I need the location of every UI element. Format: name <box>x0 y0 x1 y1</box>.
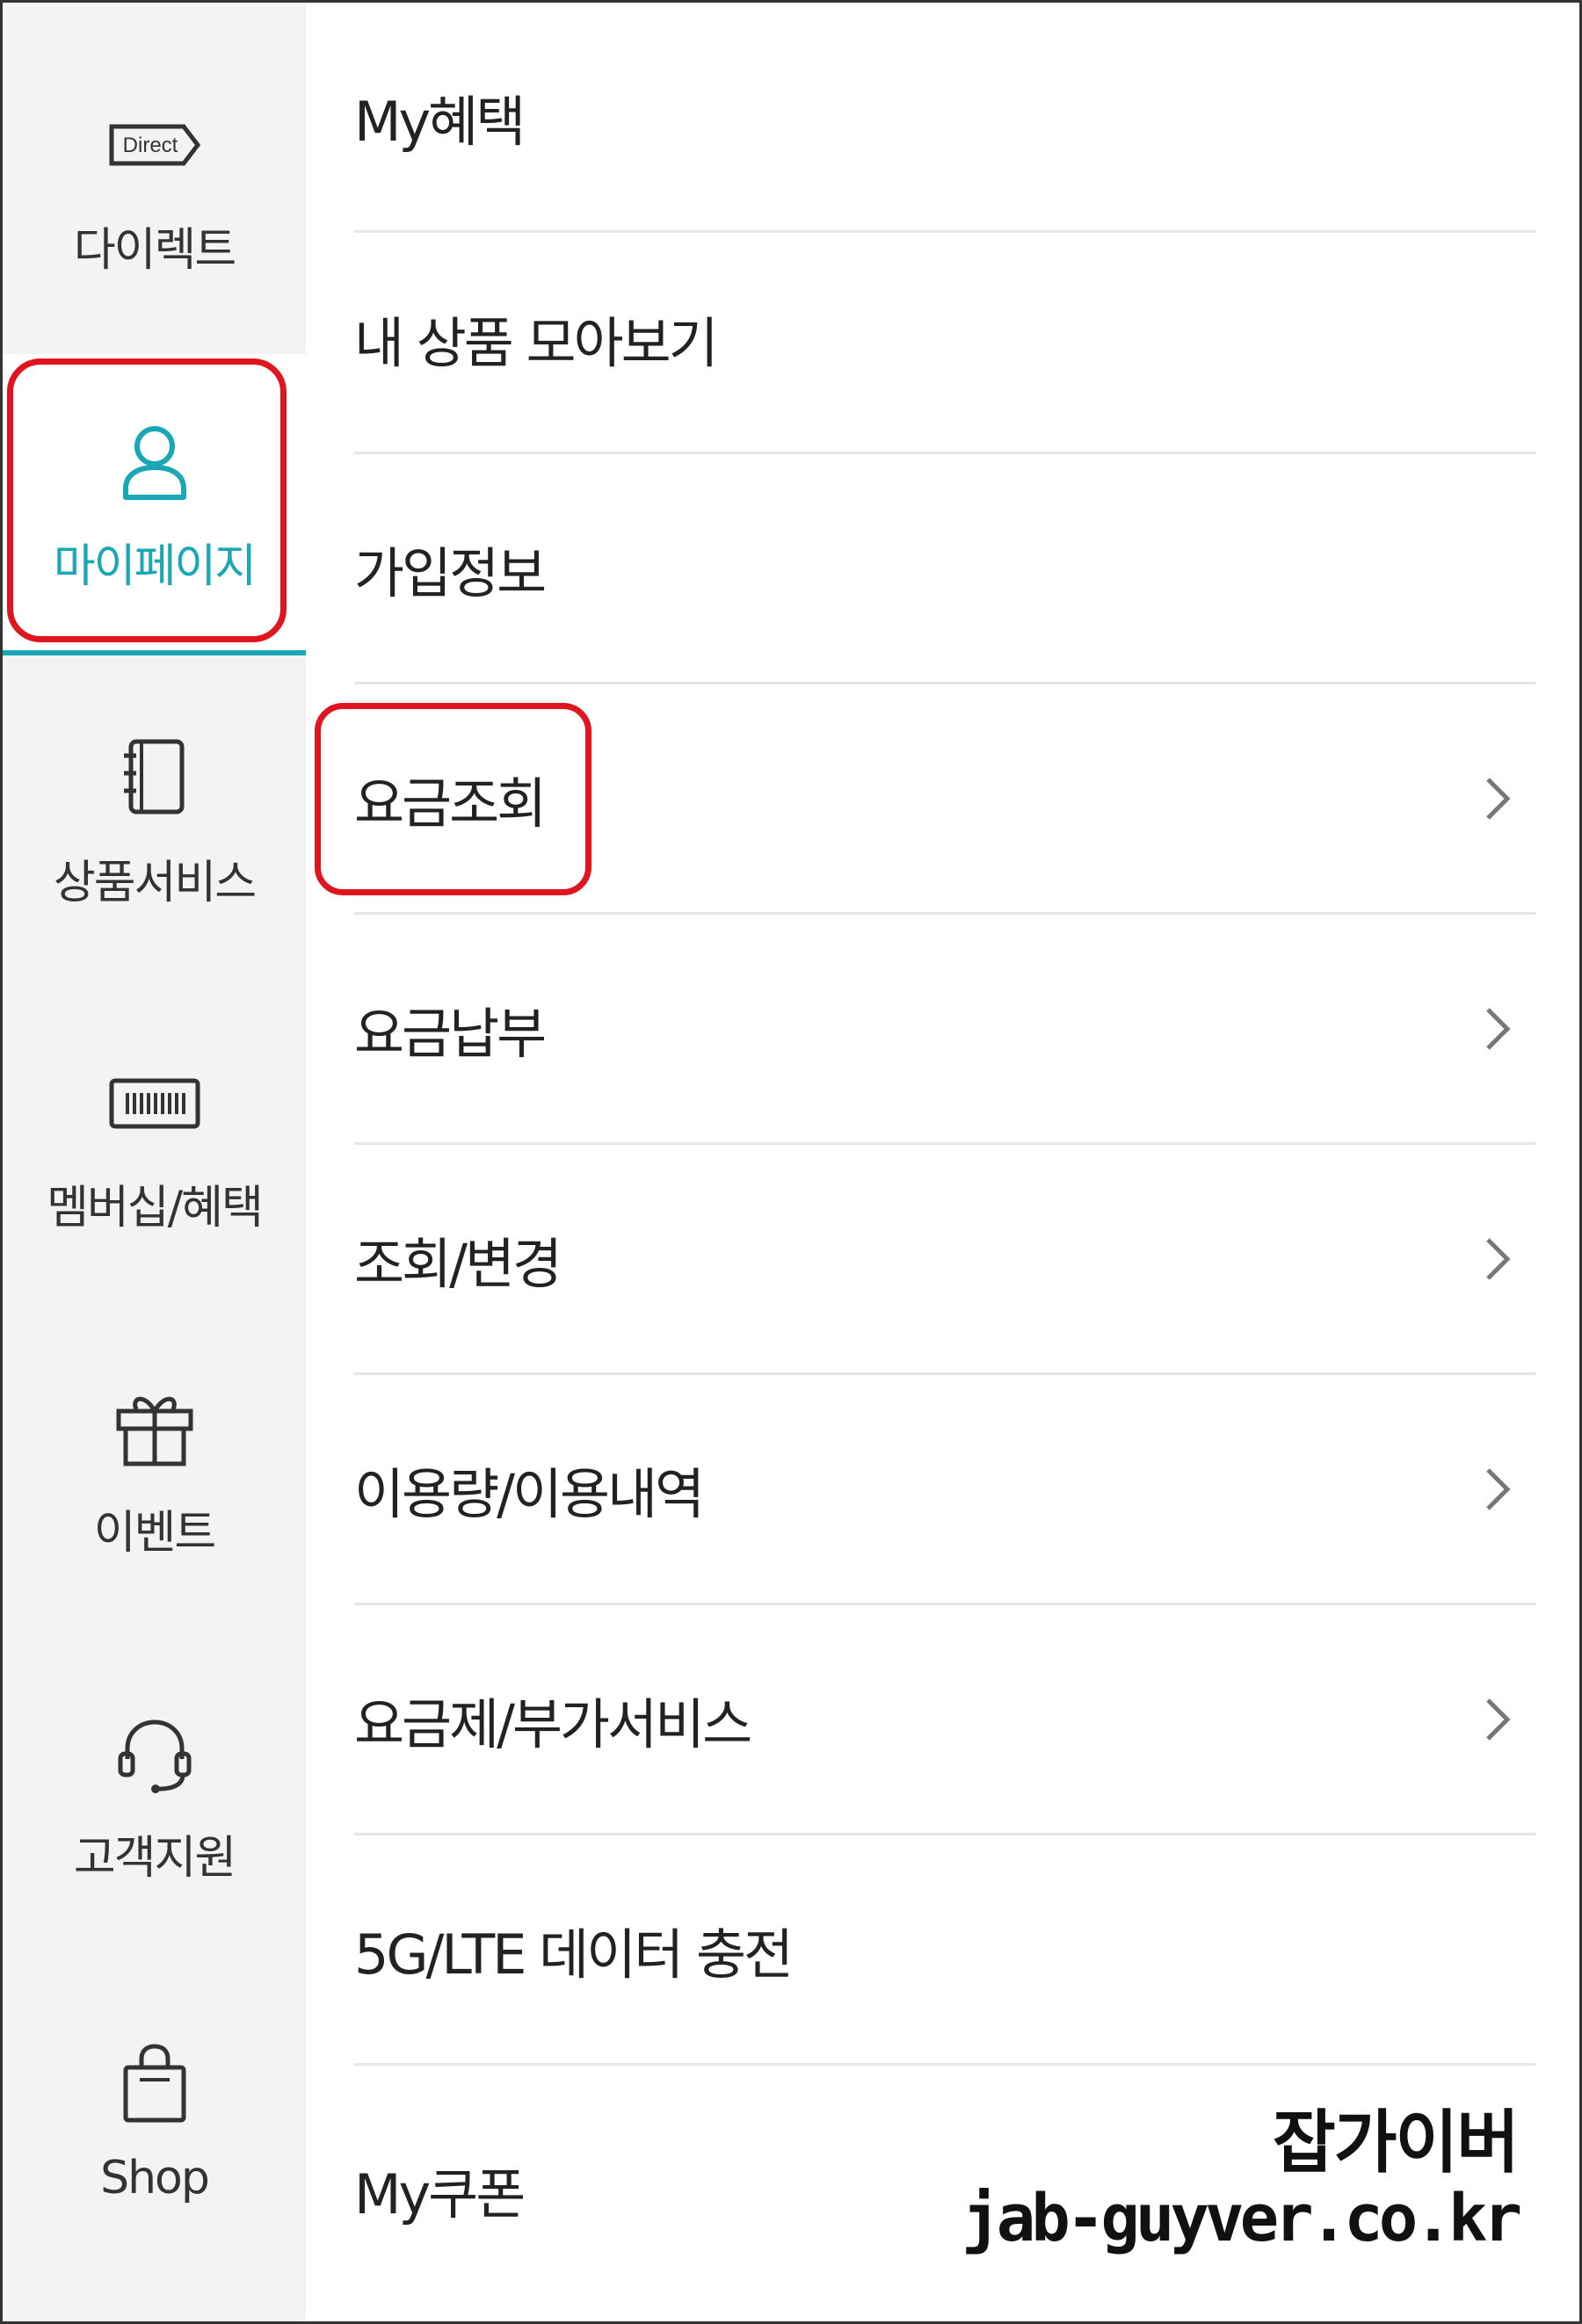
watermark-url: jab-guyver.co.kr <box>962 2181 1522 2256</box>
menu-item-label: 이용량/이용내역 <box>354 1461 705 1526</box>
sidebar-item-label: 이벤트 <box>93 1506 217 1560</box>
sidebar-item-label: 상품서비스 <box>53 856 257 909</box>
menu-item-label: 가입정보 <box>354 540 547 605</box>
app-frame: Direct 다이렉트 마이페이지 상품서비스 멤버십/혜택 이벤트 고객지원 … <box>0 0 1582 2324</box>
shopping-bag-icon <box>106 2036 203 2132</box>
direct-tag-icon: Direct <box>106 97 203 193</box>
sidebar-item-shop[interactable]: Shop <box>3 1971 306 2270</box>
menu-item-label: 요금납부 <box>354 1001 547 1066</box>
menu-item-label: My혜택 <box>354 89 526 154</box>
menu-item-subscription-info[interactable]: 가입정보 <box>354 454 1536 684</box>
menu-item-inquiry-change[interactable]: 조회/변경 <box>354 1145 1536 1375</box>
sidebar-item-label: 멤버십/혜택 <box>47 1181 264 1234</box>
sidebar-item-membership[interactable]: 멤버십/혜택 <box>3 995 306 1294</box>
menu-item-label: 5G/LTE 데이터 충전 <box>354 1922 794 1987</box>
sidebar-item-label: 다이렉트 <box>73 223 236 277</box>
watermark-title: 잡가이버 <box>1272 2103 1520 2183</box>
mypage-highlight-box <box>7 358 287 642</box>
watermark: 잡가이버 jab-guyver.co.kr <box>962 2103 1522 2256</box>
notebook-icon <box>106 729 203 826</box>
menu-item-bill-payment[interactable]: 요금납부 <box>354 915 1536 1145</box>
chevron-right-icon <box>1486 1007 1511 1050</box>
menu-item-my-products[interactable]: 내 상품 모아보기 <box>354 224 1536 454</box>
chevron-right-icon <box>1486 777 1511 820</box>
headset-icon <box>106 1705 203 1801</box>
menu-item-label: 조회/변경 <box>354 1231 562 1296</box>
barcode-card-icon <box>106 1054 203 1151</box>
menu-item-usage-history[interactable]: 이용량/이용내역 <box>354 1375 1536 1605</box>
menu-item-plans-addons[interactable]: 요금제/부가서비스 <box>354 1605 1536 1835</box>
menu-item-label: 내 상품 모아보기 <box>354 310 719 375</box>
chevron-right-icon <box>1486 1698 1511 1741</box>
sidebar: Direct 다이렉트 마이페이지 상품서비스 멤버십/혜택 이벤트 고객지원 … <box>3 3 306 2321</box>
menu-item-data-recharge[interactable]: 5G/LTE 데이터 충전 <box>354 1835 1536 2066</box>
sidebar-item-direct[interactable]: Direct 다이렉트 <box>3 38 306 337</box>
chevron-right-icon <box>1486 1467 1511 1510</box>
chevron-right-icon <box>1486 1237 1511 1280</box>
sidebar-item-products[interactable]: 상품서비스 <box>3 670 306 969</box>
bill-inquiry-highlight-box <box>315 703 591 895</box>
menu-item-label: 요금제/부가서비스 <box>354 1691 752 1756</box>
sidebar-item-event[interactable]: 이벤트 <box>3 1321 306 1619</box>
sidebar-item-label: 고객지원 <box>73 1831 236 1885</box>
sidebar-item-support[interactable]: 고객지원 <box>3 1646 306 1944</box>
active-tab-indicator <box>3 650 306 655</box>
sidebar-item-label: Shop <box>100 2152 210 2205</box>
gift-icon <box>106 1379 203 1476</box>
submenu-list: My혜택 내 상품 모아보기 가입정보 요금조회 요금납부 조회/변경 이용량/… <box>306 3 1579 2321</box>
menu-item-my-benefits[interactable]: My혜택 <box>354 3 1536 233</box>
direct-badge-text: Direct <box>122 134 178 157</box>
